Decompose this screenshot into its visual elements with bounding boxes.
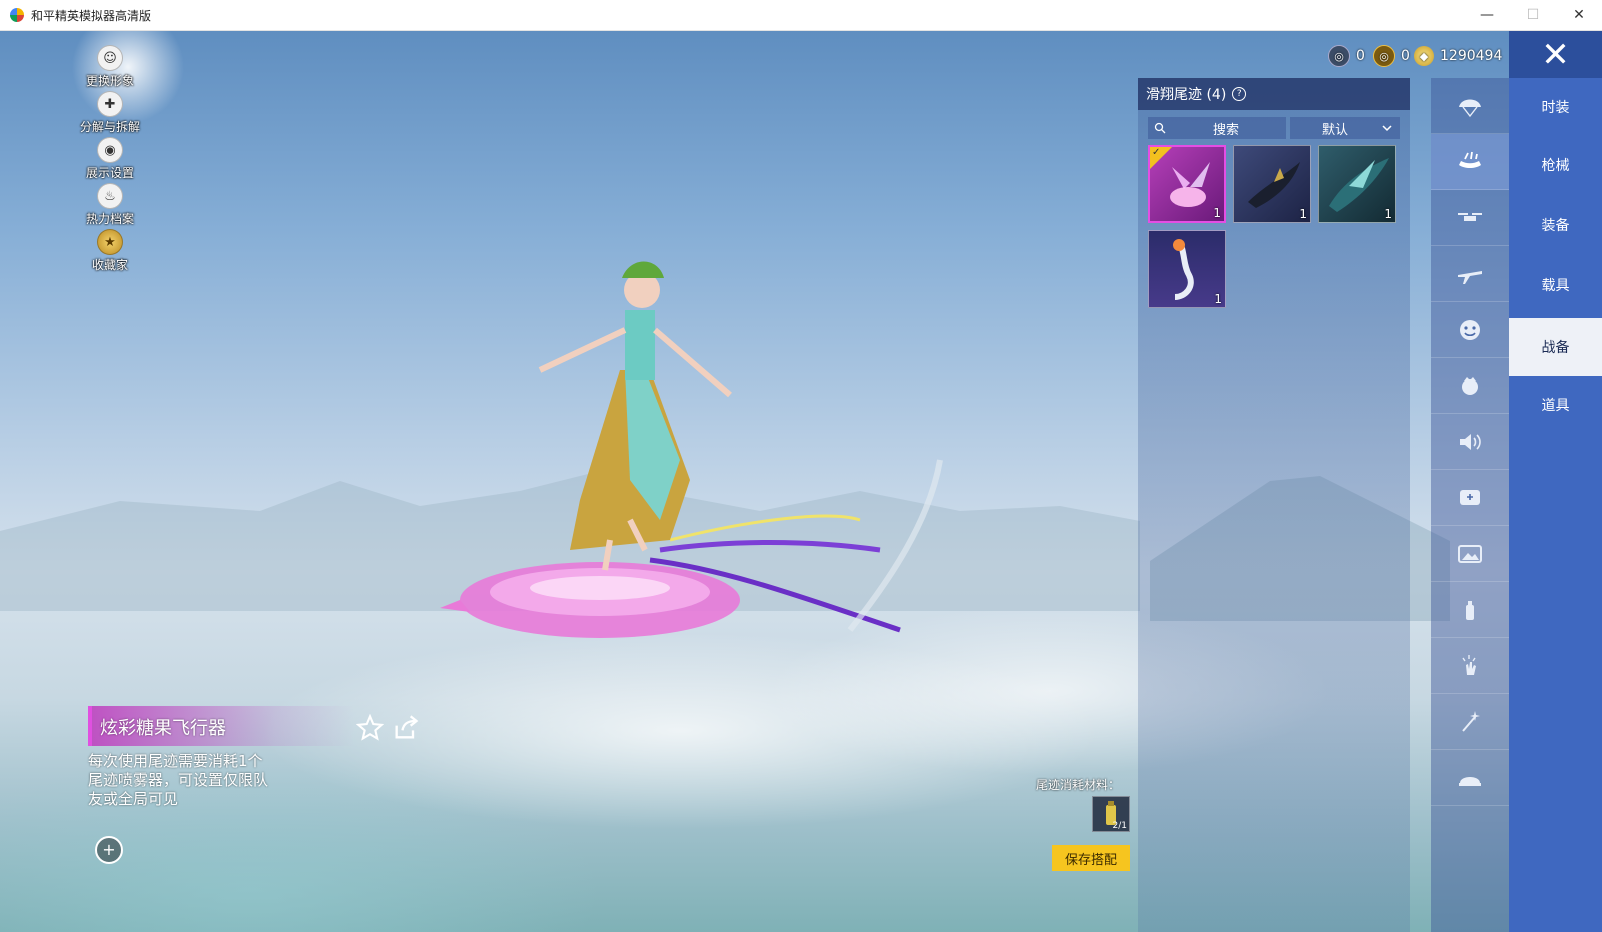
- save-outfit-button[interactable]: 保存搭配: [1052, 845, 1130, 871]
- plane-icon: [1458, 270, 1482, 284]
- item-card-flame-trail[interactable]: 1: [1148, 230, 1226, 308]
- left-menu-label: 分解与拆解: [79, 120, 140, 134]
- subcat-drone[interactable]: [1431, 190, 1509, 246]
- subcat-photo[interactable]: [1431, 526, 1509, 582]
- heat-profile-button[interactable]: ♨ 热力档案: [70, 183, 150, 229]
- item-card-dragon-glider[interactable]: 1: [1318, 145, 1396, 223]
- tab-weapons[interactable]: 枪械: [1509, 136, 1602, 194]
- left-menu-label: 展示设置: [85, 166, 134, 180]
- app-logo-icon: [10, 8, 24, 22]
- item-quantity: 1: [1299, 207, 1307, 221]
- currency-value: 0: [1356, 48, 1365, 64]
- character-preview[interactable]: [430, 220, 950, 650]
- subcat-voice[interactable]: [1431, 414, 1509, 470]
- drone-icon: [1458, 212, 1482, 221]
- currency-diamond: ◆ 1290494: [1414, 43, 1502, 69]
- currency-gold: ◎ 0: [1373, 43, 1410, 69]
- close-panel-button[interactable]: ✕: [1509, 31, 1602, 78]
- speaker-icon: [1460, 433, 1481, 450]
- item-quantity: 1: [1214, 292, 1222, 306]
- tab-items[interactable]: 道具: [1509, 376, 1602, 434]
- subcat-emote[interactable]: [1431, 302, 1509, 358]
- character-figure: [538, 261, 732, 571]
- spray-can-icon: [1466, 600, 1474, 620]
- subcat-spray[interactable]: [1431, 582, 1509, 638]
- dismantle-button[interactable]: ✚ 分解与拆解: [70, 91, 150, 137]
- sort-label: 默认: [1321, 122, 1348, 138]
- diamond-coin-icon: ◆: [1414, 46, 1434, 66]
- change-avatar-button[interactable]: ☺ 更换形象: [70, 45, 150, 91]
- chevron-down-icon: [1382, 125, 1392, 132]
- consume-material-label: 尾迹消耗材料：: [1036, 778, 1121, 792]
- item-card-shark-glider[interactable]: 1: [1233, 145, 1311, 223]
- item-name: 炫彩糖果飞行器: [100, 718, 226, 739]
- currency-value: 1290494: [1440, 48, 1503, 64]
- sparkle-wand-icon: [1462, 710, 1480, 732]
- window-close-button[interactable]: ✕: [1556, 0, 1602, 30]
- panel-title: 滑翔尾迹 (4): [1146, 87, 1227, 103]
- check-icon: ✓: [1152, 147, 1161, 158]
- search-input[interactable]: 搜索: [1148, 117, 1286, 139]
- share-icon[interactable]: [392, 714, 420, 742]
- platter-icon: [1459, 776, 1481, 786]
- puzzle-icon: ✚: [97, 91, 123, 117]
- window-title: 和平精英模拟器高清版: [31, 8, 152, 23]
- left-menu-label: 收藏家: [91, 258, 128, 272]
- left-menu-label: 热力档案: [85, 212, 134, 226]
- zoom-in-icon[interactable]: +: [95, 836, 123, 864]
- left-menu: ☺ 更换形象 ✚ 分解与拆解 ◉ 展示设置 ♨ 热力档案 ★ 收藏家: [70, 45, 150, 275]
- panel-header: 滑翔尾迹 (4) ?: [1138, 78, 1410, 110]
- subcat-dialog[interactable]: [1431, 470, 1509, 526]
- subcat-hand[interactable]: [1431, 638, 1509, 694]
- star-favorite-icon[interactable]: [356, 714, 384, 742]
- item-quantity: 1: [1384, 207, 1392, 221]
- search-icon: [1154, 122, 1166, 134]
- item-card-candy-glider[interactable]: ✓ 1: [1148, 145, 1226, 223]
- subcat-platter[interactable]: [1431, 750, 1509, 806]
- search-placeholder: 搜索: [1212, 122, 1239, 138]
- crown-icon: [1462, 376, 1478, 395]
- gold-coin-icon: ◎: [1373, 45, 1395, 67]
- subcat-glider-trail[interactable]: [1431, 134, 1509, 190]
- sort-dropdown[interactable]: 默认: [1290, 117, 1400, 139]
- left-menu-label: 更换形象: [85, 74, 134, 88]
- help-icon[interactable]: ?: [1232, 87, 1247, 101]
- window-titlebar: 和平精英模拟器高清版: [0, 0, 1602, 31]
- eye-icon: ◉: [97, 137, 123, 163]
- avatar-icon: ☺: [97, 45, 123, 71]
- subcat-parachute[interactable]: [1431, 78, 1509, 134]
- item-quantity: 1: [1213, 206, 1221, 220]
- trail-spray-item[interactable]: 2/1: [1092, 796, 1130, 832]
- consume-count: 2/1: [1112, 821, 1127, 831]
- glider-trail-icon: [1459, 151, 1481, 168]
- subcat-plane[interactable]: [1431, 246, 1509, 302]
- item-title-banner: 炫彩糖果飞行器: [88, 706, 354, 746]
- silver-coin-icon: ◎: [1328, 45, 1350, 67]
- collector-badge-icon: ★: [97, 229, 123, 255]
- collector-button[interactable]: ★ 收藏家: [70, 229, 150, 275]
- currency-silver: ◎ 0: [1328, 43, 1365, 69]
- photo-icon: [1458, 544, 1482, 563]
- minimize-button[interactable]: —: [1464, 0, 1510, 30]
- display-settings-button[interactable]: ◉ 展示设置: [70, 137, 150, 183]
- emote-face-icon: [1460, 319, 1480, 340]
- tab-equipment[interactable]: 装备: [1509, 196, 1602, 254]
- subcat-crown[interactable]: [1431, 358, 1509, 414]
- flame-icon: ♨: [97, 183, 123, 209]
- glider-board: [440, 562, 740, 638]
- tab-gear[interactable]: 战备: [1509, 318, 1602, 376]
- tab-fashion[interactable]: 时装: [1509, 78, 1602, 136]
- hand-tap-icon: [1462, 654, 1476, 675]
- maximize-button[interactable]: ☐: [1510, 0, 1556, 30]
- subcat-sparkle[interactable]: [1431, 694, 1509, 750]
- currency-value: 0: [1401, 48, 1410, 64]
- parachute-icon: [1459, 99, 1481, 117]
- item-description: 每次使用尾迹需要消耗1个尾迹喷雾器，可设置仅限队友或全局可见: [88, 752, 269, 808]
- tab-vehicles[interactable]: 载具: [1509, 256, 1602, 314]
- dialog-icon: [1460, 489, 1480, 505]
